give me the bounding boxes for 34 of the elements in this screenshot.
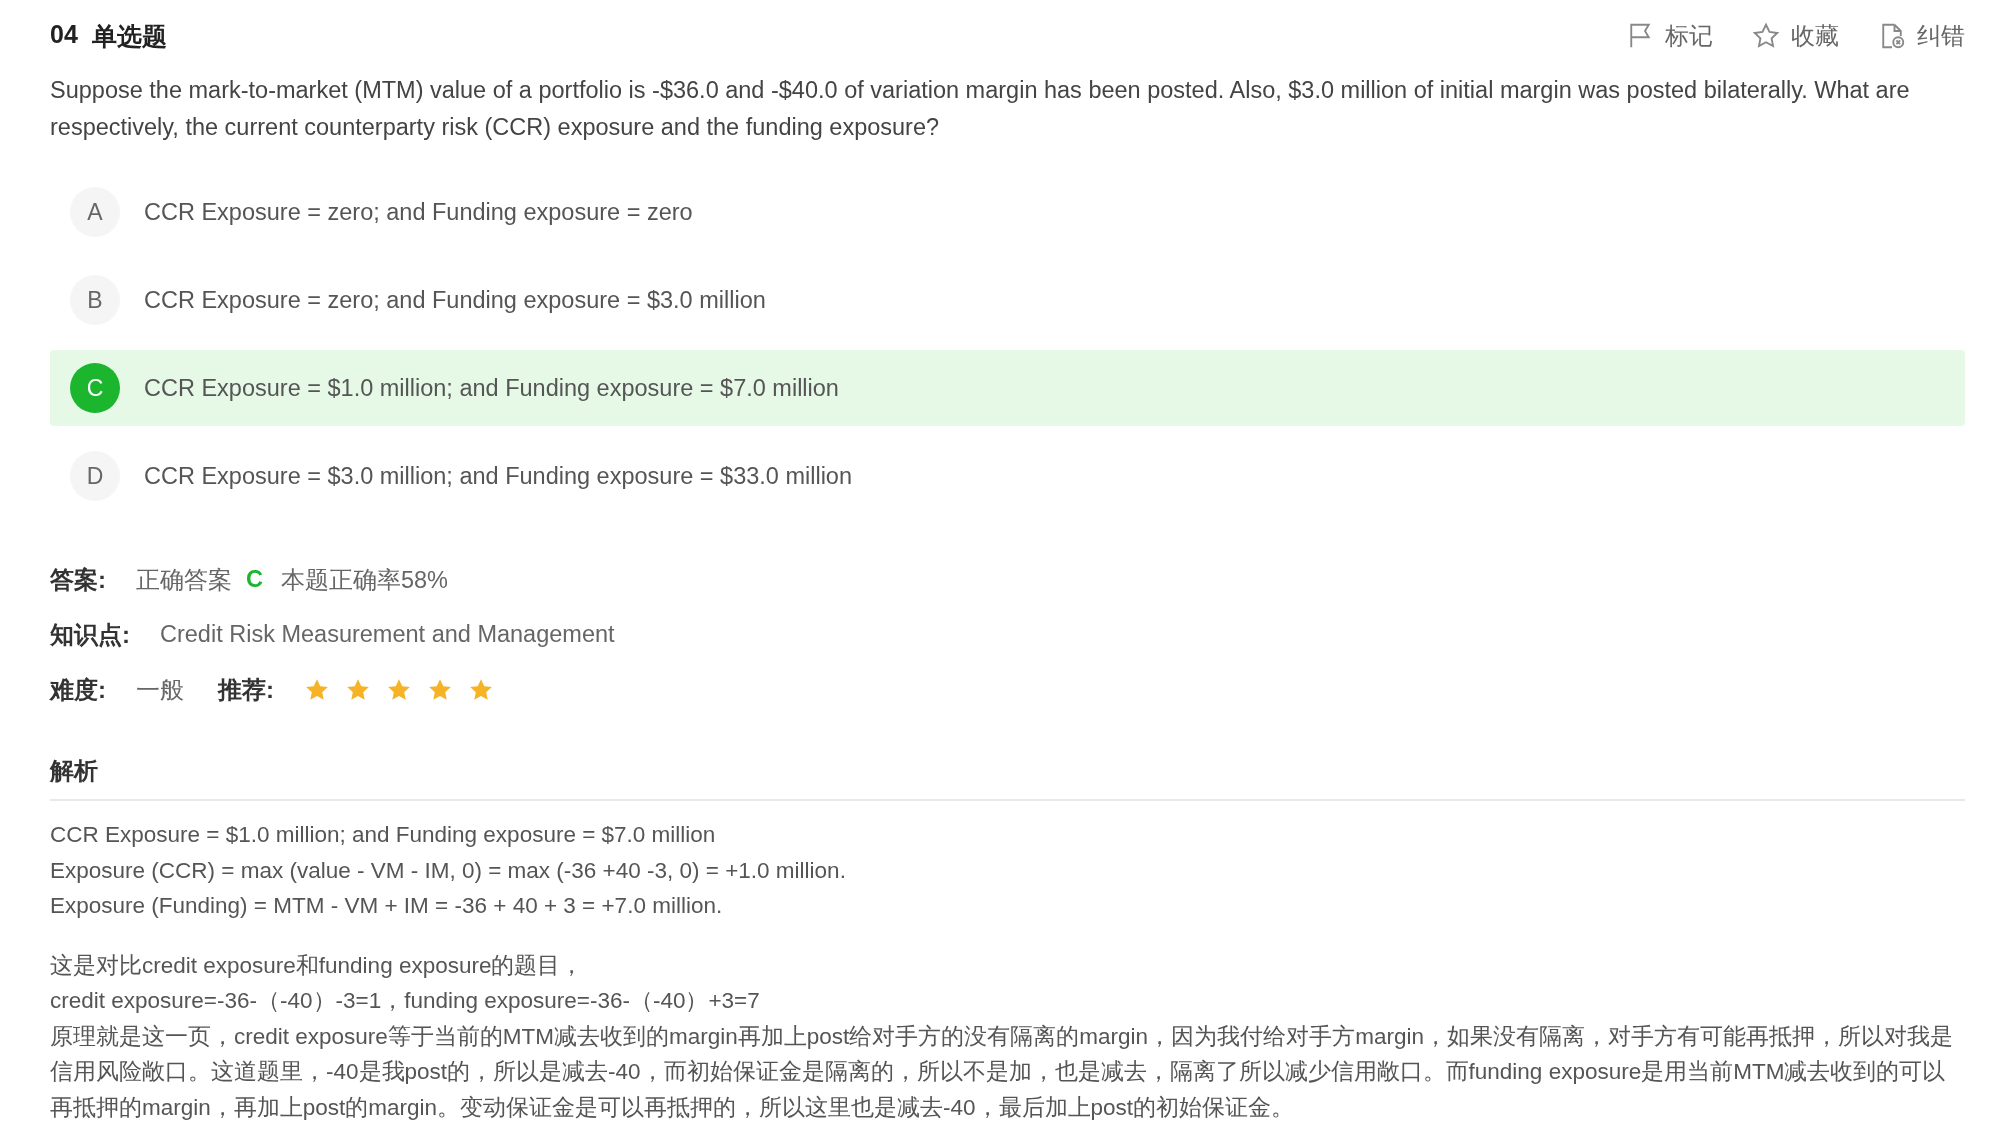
recommend-label: 推荐: xyxy=(218,674,274,705)
analysis-title: 解析 xyxy=(50,755,1965,801)
answer-option[interactable]: D CCR Exposure = $3.0 million; and Funding exposure = $33.0 million xyxy=(50,438,1965,514)
answer-option[interactable]: C CCR Exposure = $1.0 million; and Funding exposure = $7.0 million xyxy=(50,350,1965,426)
analysis-note: 原理就是这一页，credit exposure等于当前的MTM减去收到的margin再加上post给对手方的没有隔离的margin，因为我付给对手方margin，如果没有隔离，对手方有可能再抵押，所以对我是信用风险敞口。这道题里，-40是我post的，所以是减去-40，而初始保证金是隔离的，所以不是加，也是减去，隔离了所以减少信用敞口。而funding exposure是用当前MTM减去收到的可以再抵押的margin，再加上post的margin。变动保证金是可以再抵押的，所以这里也是减去-40，最后加上post的初始保证金。 xyxy=(50,1022,1954,1122)
action-button[interactable]: 纠错 xyxy=(1877,20,1965,52)
knowledge-value: Credit Risk Measurement and Management xyxy=(160,621,615,648)
option-text: CCR Exposure = zero; and Funding exposure = zero xyxy=(144,198,693,226)
question-text: Suppose the mark-to-market (MTM) value of a portfolio is -$36.0 and -$40.0 of variation margin has been posted. Also, $3.0 million of initial margin was posted bilaterally. What are respectively, the current counterparty risk (CCR) exposure and the funding exposure? xyxy=(50,76,1911,142)
option-text: CCR Exposure = $1.0 million; and Funding exposure = $7.0 million xyxy=(144,374,839,402)
correct-answer-letter: C xyxy=(246,566,263,593)
answer-label: 答案: xyxy=(50,564,106,595)
question-type: 单选题 xyxy=(91,20,167,52)
difficulty-value: 一般 xyxy=(136,675,184,705)
knowledge-label: 知识点: xyxy=(50,619,130,650)
option-letter: C xyxy=(70,363,120,413)
difficulty-label: 难度: xyxy=(50,674,106,705)
option-letter: D xyxy=(70,451,120,501)
analysis-note: credit exposure=-36-（-40）-3=1，funding exposure=-36-（-40）+3=7 xyxy=(50,987,761,1015)
answer-option[interactable]: B CCR Exposure = zero; and Funding exposure = $3.0 million xyxy=(50,262,1965,338)
analysis-line: Exposure (CCR) = max (value - VM - IM, 0) = max (-36 +40 -3, 0) = +1.0 million. xyxy=(50,856,847,885)
analysis-line: Exposure (Funding) = MTM - VM + IM = -36 + 40 + 3 = +7.0 million. xyxy=(50,892,724,920)
action-button[interactable]: 收藏 xyxy=(1751,20,1839,52)
option-text: CCR Exposure = zero; and Funding exposure = $3.0 million xyxy=(144,286,766,314)
correct-answer-label: 正确答案 xyxy=(136,565,232,595)
analysis-line: CCR Exposure = $1.0 million; and Funding exposure = $7.0 million xyxy=(50,821,717,849)
option-letter: B xyxy=(70,275,120,325)
option-letter: A xyxy=(70,187,120,237)
answer-option[interactable]: A CCR Exposure = zero; and Funding exposure = zero xyxy=(50,174,1965,250)
action-button[interactable]: 标记 xyxy=(1625,20,1713,52)
question-number: 04 xyxy=(50,19,78,50)
option-text: CCR Exposure = $3.0 million; and Funding exposure = $33.0 million xyxy=(144,462,852,490)
correct-rate: 本题正确率58% xyxy=(281,565,449,595)
analysis-note: 这是对比credit exposure和funding exposure的题目， xyxy=(50,951,585,980)
